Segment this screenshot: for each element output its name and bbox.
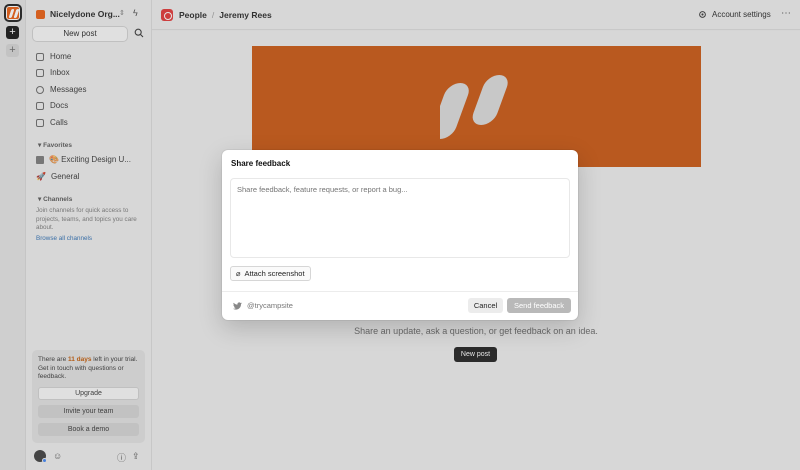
paperclip-icon: ⌀ bbox=[236, 269, 241, 278]
twitter-link[interactable]: @trycampsite bbox=[233, 301, 293, 310]
twitter-icon bbox=[233, 301, 242, 310]
dialog-title: Share feedback bbox=[231, 159, 291, 168]
attach-label: Attach screenshot bbox=[244, 269, 305, 278]
send-feedback-button[interactable]: Send feedback bbox=[507, 298, 571, 313]
cancel-button[interactable]: Cancel bbox=[468, 298, 503, 313]
feedback-input[interactable] bbox=[230, 178, 570, 258]
share-feedback-dialog: Share feedback ⌀ Attach screenshot @tryc… bbox=[222, 150, 578, 320]
attach-screenshot-button[interactable]: ⌀ Attach screenshot bbox=[230, 266, 311, 281]
twitter-handle: @trycampsite bbox=[247, 301, 293, 310]
divider bbox=[222, 291, 578, 292]
